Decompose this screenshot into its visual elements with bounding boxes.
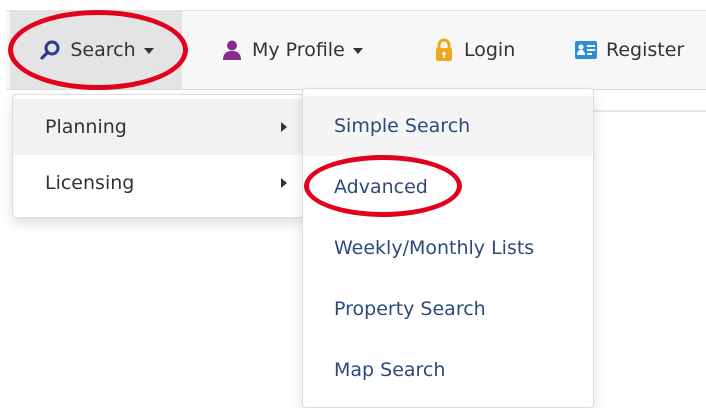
menu-item-planning[interactable]: Planning — [13, 99, 303, 155]
submenu-item-label: Simple Search — [334, 115, 471, 137]
nav-login-label: Login — [464, 39, 516, 61]
nav-profile-label: My Profile — [252, 39, 345, 61]
submenu-item-map-search[interactable]: Map Search — [303, 340, 593, 400]
nav-profile-dropdown[interactable]: My Profile — [220, 11, 363, 89]
menu-item-label: Planning — [45, 116, 127, 138]
submenu-item-weekly-monthly-lists[interactable]: Weekly/Monthly Lists — [303, 218, 593, 278]
nav-search-label: Search — [70, 39, 136, 61]
lock-icon — [432, 38, 456, 62]
submenu-item-label: Map Search — [334, 359, 446, 381]
chevron-right-icon — [281, 122, 287, 132]
nav-register-label: Register — [606, 39, 685, 61]
search-icon — [38, 38, 62, 62]
register-card-icon — [574, 38, 598, 62]
nav-search-dropdown[interactable]: Search — [10, 11, 182, 89]
submenu-item-label: Advanced — [334, 176, 428, 198]
chevron-down-icon — [352, 48, 363, 54]
menu-item-licensing[interactable]: Licensing — [13, 155, 303, 211]
menu-item-label: Licensing — [45, 172, 135, 194]
planning-submenu: Simple Search Advanced Weekly/Monthly Li… — [302, 88, 594, 408]
top-navbar: Search My Profile Login Register — [6, 10, 706, 90]
chevron-down-icon — [143, 48, 154, 54]
user-icon — [220, 38, 244, 62]
nav-register-link[interactable]: Register — [574, 11, 684, 89]
search-dropdown-menu: Planning Licensing — [12, 94, 304, 218]
chevron-right-icon — [281, 178, 287, 188]
page: Search My Profile Login Register Plannin… — [0, 0, 706, 408]
submenu-item-property-search[interactable]: Property Search — [303, 279, 593, 339]
submenu-item-simple-search[interactable]: Simple Search — [303, 96, 593, 156]
submenu-item-label: Weekly/Monthly Lists — [334, 237, 535, 259]
submenu-item-label: Property Search — [334, 298, 486, 320]
submenu-item-advanced[interactable]: Advanced — [303, 157, 593, 217]
divider — [590, 110, 706, 112]
nav-login-link[interactable]: Login — [432, 11, 515, 89]
